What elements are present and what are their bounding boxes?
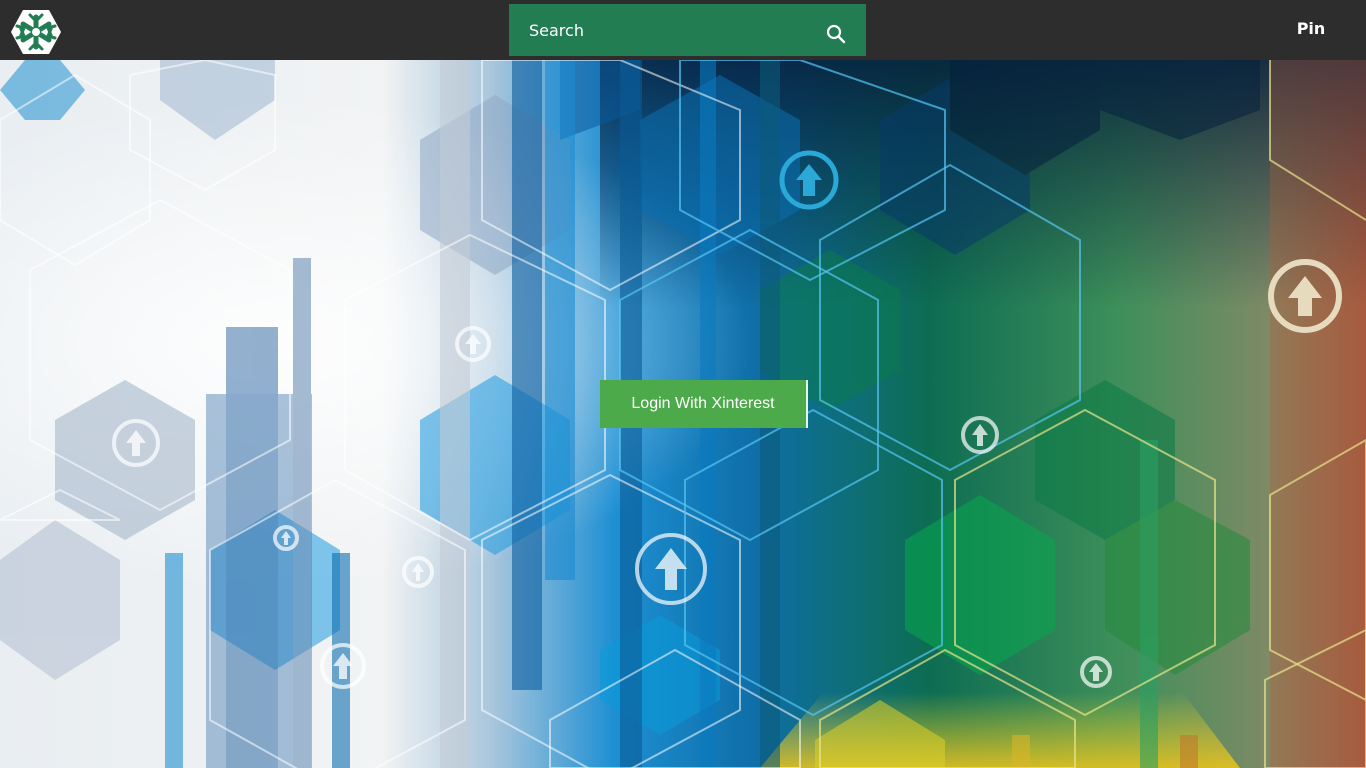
top-navigation-bar: Pin	[0, 0, 1366, 60]
pin-link[interactable]: Pin	[1290, 19, 1332, 38]
search-box	[509, 4, 866, 56]
logo-icon[interactable]	[10, 9, 62, 55]
login-with-xinterest-button[interactable]: Login With Xinterest	[600, 380, 808, 428]
search-input[interactable]	[509, 4, 809, 56]
search-icon[interactable]	[826, 24, 846, 44]
hero-background: Login With Xinterest	[0, 60, 1366, 768]
